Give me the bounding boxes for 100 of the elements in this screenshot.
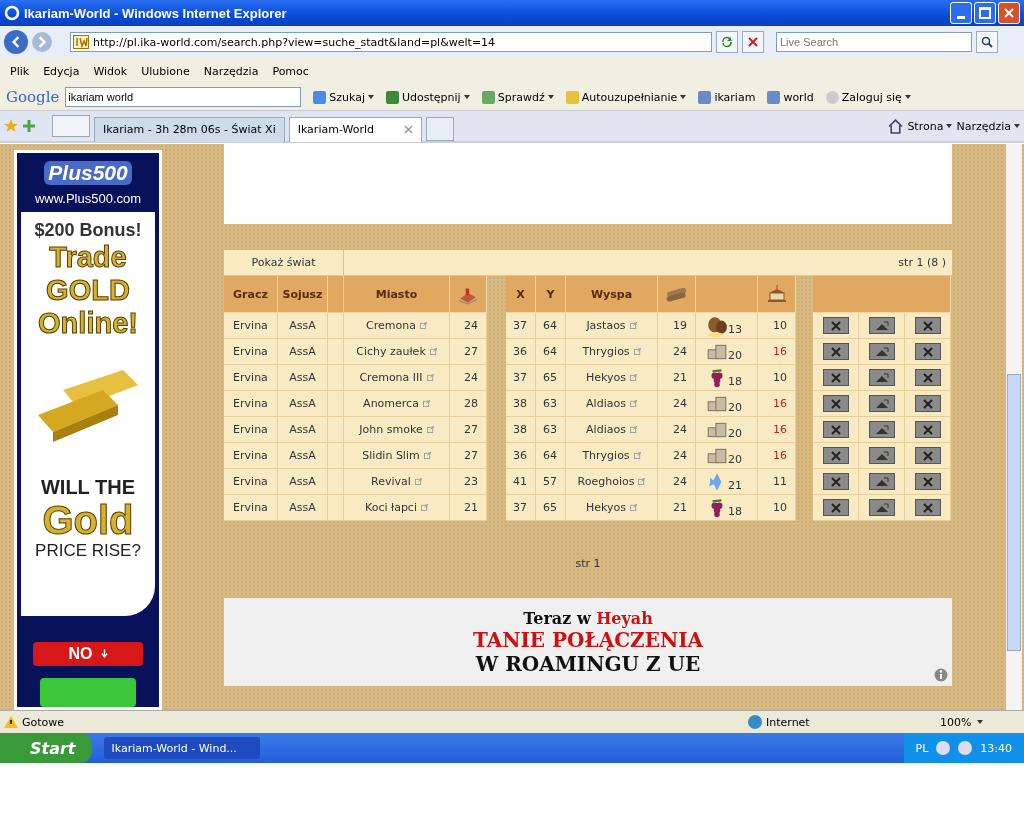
city-link[interactable]: Koci łapci (365, 501, 428, 514)
home-icon[interactable] (888, 118, 904, 134)
column-header[interactable] (658, 276, 696, 313)
column-header[interactable]: Y (536, 276, 566, 313)
favorites-star-icon[interactable] (4, 119, 18, 133)
menu-item[interactable]: Edycja (43, 64, 80, 78)
refresh-button[interactable] (716, 31, 738, 53)
message-button[interactable] (868, 395, 895, 412)
menu-item[interactable]: Pomoc (272, 64, 309, 78)
column-header[interactable]: Wyspa (566, 276, 658, 313)
table-cell: 38 (506, 417, 536, 443)
delete-button[interactable] (822, 473, 849, 490)
island-link[interactable]: Aldiaos (586, 397, 637, 410)
browser-tab[interactable]: Ikariam-World (288, 116, 422, 142)
toolbar-button[interactable]: ikariam (698, 90, 756, 104)
city-link[interactable]: Anomerca (363, 397, 430, 410)
toolbar-button[interactable]: Autouzupełnianie (565, 90, 687, 104)
stop-button[interactable] (742, 31, 764, 53)
delete-button[interactable] (914, 499, 941, 516)
message-button[interactable] (868, 447, 895, 464)
city-link[interactable]: Slidin Slim (362, 449, 431, 462)
toolbar-button[interactable]: Szukaj (313, 90, 375, 104)
island-link[interactable]: Thrygios (582, 449, 641, 462)
menu-item[interactable]: Widok (93, 64, 128, 78)
delete-button[interactable] (822, 317, 849, 334)
menu-item[interactable]: Ulubione (141, 64, 190, 78)
close-button[interactable] (998, 2, 1020, 24)
delete-button[interactable] (914, 421, 941, 438)
delete-button[interactable] (914, 317, 941, 334)
delete-button[interactable] (914, 343, 941, 360)
table-cell: 27 (450, 339, 487, 365)
menu-item[interactable]: Plik (10, 64, 30, 78)
command-button[interactable]: Narzędzia (956, 119, 1020, 133)
message-button[interactable] (868, 317, 895, 334)
message-button[interactable] (868, 421, 895, 438)
city-link[interactable]: Cichy zaułek (356, 345, 437, 358)
message-button[interactable] (868, 343, 895, 360)
column-header[interactable]: X (506, 276, 536, 313)
delete-button[interactable] (822, 343, 849, 360)
scrollbar[interactable] (1006, 144, 1022, 710)
delete-button[interactable] (914, 369, 941, 386)
column-header[interactable] (450, 276, 487, 313)
island-link[interactable]: Jastaos (586, 319, 637, 332)
toolbar-button[interactable]: Zaloguj się (825, 90, 911, 104)
delete-button[interactable] (822, 499, 849, 516)
delete-button[interactable] (914, 473, 941, 490)
address-field[interactable]: http://pl.ika-world.com/search.php?view=suche_stadt&land=pl&welt=14 (70, 32, 712, 52)
minimize-button[interactable] (950, 2, 972, 24)
zoom-button[interactable]: 100% (940, 715, 1020, 729)
city-link[interactable]: Revival (371, 475, 422, 488)
table-cell: 36 (506, 443, 536, 469)
delete-button[interactable] (822, 447, 849, 464)
message-button[interactable] (868, 369, 895, 386)
start-button[interactable]: Start (0, 733, 92, 763)
search-field[interactable]: Live Search (776, 32, 972, 52)
delete-button[interactable] (822, 421, 849, 438)
restore-button[interactable] (974, 2, 996, 24)
toolbar-button[interactable]: Udostępnij (386, 90, 470, 104)
taskbar-button[interactable]: Ikariam-World - Wind... (103, 737, 260, 759)
cross-icon (922, 372, 933, 383)
back-button[interactable] (4, 30, 28, 54)
table-cell: 63 (536, 391, 566, 417)
delete-button[interactable] (822, 369, 849, 386)
search-field[interactable]: ikariam world (65, 87, 302, 107)
advertisement-banner[interactable]: Teraz w Heyah TANIE POŁĄCZENIA W ROAMINGU Z UE (224, 598, 952, 686)
island-link[interactable]: Hekyos (586, 501, 637, 514)
message-button[interactable] (868, 473, 895, 490)
island-link[interactable]: Hekyos (586, 371, 637, 384)
info-icon[interactable] (934, 668, 948, 682)
toolbar-button[interactable]: Sprawdź (481, 90, 554, 104)
column-header[interactable]: Miasto (344, 276, 450, 313)
island-link[interactable]: Aldiaos (586, 423, 637, 436)
table-cell: 21 (658, 365, 696, 391)
external-link-icon (629, 400, 637, 407)
island-link[interactable]: Roeghoios (577, 475, 646, 488)
message-button[interactable] (868, 499, 895, 516)
table-cell: 57 (536, 469, 566, 495)
column-header[interactable]: Gracz (224, 276, 278, 313)
command-button[interactable]: Strona (907, 119, 953, 133)
delete-button[interactable] (914, 447, 941, 464)
tray-icon[interactable] (936, 741, 951, 755)
close-icon[interactable] (403, 125, 413, 134)
delete-button[interactable] (822, 395, 849, 412)
menu-item[interactable]: Narzędzia (203, 64, 259, 78)
city-link[interactable]: Cremona III (359, 371, 434, 384)
tray-icon[interactable] (958, 741, 973, 755)
ad-no-button[interactable]: NO (33, 642, 143, 666)
city-link[interactable]: John smoke (359, 423, 434, 436)
table-cell: 41 (506, 469, 536, 495)
delete-button[interactable] (914, 395, 941, 412)
search-button[interactable] (976, 31, 998, 53)
toolbar-button[interactable]: world (767, 90, 814, 104)
city-link[interactable]: Cremona (366, 319, 427, 332)
island-link[interactable]: Thrygios (582, 345, 641, 358)
advertisement-banner[interactable]: Plus500 www.Plus500.com $200 Bonus! Trade GOLD Online! WILL THE Gold PRICE RISE? NO (14, 150, 162, 710)
column-header[interactable]: Sojusz (278, 276, 328, 313)
browser-tab[interactable]: Ikariam - 3h 28m 06s - Świat Xi (94, 116, 285, 142)
column-header[interactable] (758, 276, 796, 313)
show-world-link[interactable]: Pokaż świat (224, 250, 344, 275)
ad-yes-button[interactable] (40, 677, 136, 707)
